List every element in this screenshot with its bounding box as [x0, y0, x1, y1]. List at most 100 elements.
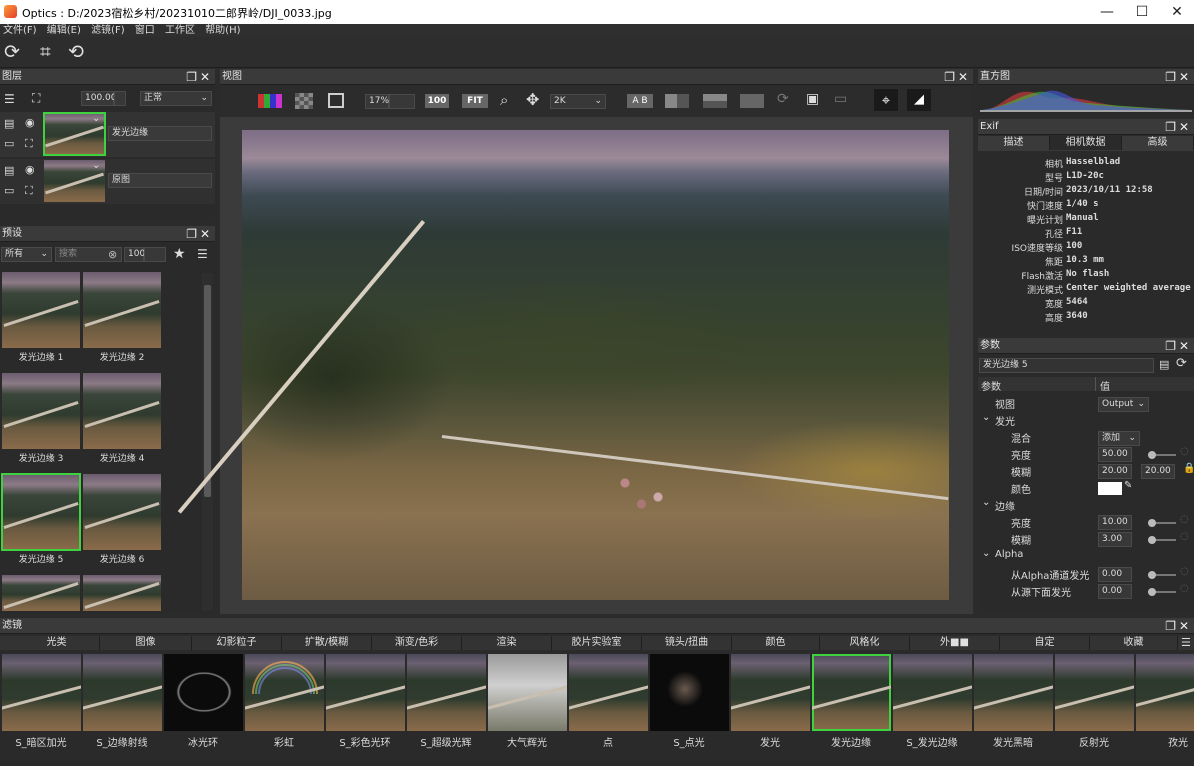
chevron-down-icon[interactable]: ⌄: [92, 113, 100, 124]
scrollbar-thumb[interactable]: [204, 285, 211, 497]
eye-icon[interactable]: ◉: [25, 116, 35, 129]
preset-thumbnail[interactable]: [2, 373, 80, 449]
layer-mask-icon[interactable]: ⛶: [25, 137, 33, 151]
close-window-button[interactable]: ✕: [1162, 2, 1192, 22]
pan-icon[interactable]: ✥: [526, 90, 539, 109]
layer-mask-icon[interactable]: ⛶: [25, 184, 33, 198]
menu-filter[interactable]: 滤镜(F): [91, 25, 125, 36]
lock-icon[interactable]: 🔒: [1183, 463, 1194, 474]
edge-blur-field[interactable]: 3.00: [1098, 532, 1132, 547]
filter-thumbnail[interactable]: [1055, 654, 1134, 731]
main-photo[interactable]: [177, 130, 949, 600]
alpha-glow-slider[interactable]: [1148, 571, 1176, 579]
preset-scrollbar[interactable]: [202, 273, 213, 611]
menu-icon[interactable]: ☰: [1181, 636, 1191, 649]
tab-external[interactable]: 外■■: [910, 636, 1000, 650]
layer-opacity-field[interactable]: 100.00: [81, 91, 117, 106]
filter-thumbnail[interactable]: [569, 654, 648, 731]
preset-thumbnail[interactable]: [2, 575, 80, 611]
filter-thumbnail[interactable]: [326, 654, 405, 731]
crop-icon[interactable]: ⌗: [40, 43, 51, 62]
layer-name-field[interactable]: 发光边缘: [108, 126, 212, 141]
preset-thumbnail[interactable]: [83, 474, 161, 550]
save-preset-icon[interactable]: ▤: [1159, 358, 1169, 371]
chevron-down-icon[interactable]: ⌄: [982, 497, 990, 508]
brightness-slider[interactable]: [1148, 451, 1176, 459]
clear-search-icon[interactable]: ⊗: [108, 248, 117, 261]
layer-row[interactable]: ▤ ◉ ▭ ⛶ ⌄ 发光边缘: [0, 112, 215, 157]
zoom-stepper[interactable]: [389, 94, 415, 109]
layers-list-icon[interactable]: ☰: [4, 92, 15, 106]
layer-fx-icon[interactable]: ▤: [4, 164, 14, 177]
edge-blur-slider[interactable]: [1148, 536, 1176, 544]
filter-thumbnail[interactable]: [164, 654, 243, 731]
filter-thumbnail[interactable]: [1136, 654, 1194, 731]
opacity-stepper[interactable]: [114, 91, 126, 106]
tab-camera-data[interactable]: 相机数据: [1050, 136, 1122, 150]
reset-icon[interactable]: ⟳: [1176, 356, 1187, 371]
edge-group-row[interactable]: ⌄ 边缘: [978, 497, 1190, 513]
preset-thumbnail[interactable]: [83, 272, 161, 348]
eye-icon[interactable]: ◉: [25, 163, 35, 176]
filter-thumbnail[interactable]: [2, 654, 81, 731]
filter-thumbnail[interactable]: [83, 654, 162, 731]
menu-edit[interactable]: 编辑(E): [47, 25, 81, 36]
tab-gradient-color[interactable]: 渐变/色彩: [372, 636, 462, 650]
blend-select[interactable]: 添加 ⌄: [1098, 431, 1140, 446]
chevron-down-icon[interactable]: ⌄: [92, 160, 100, 171]
layer-name-field[interactable]: 原图: [108, 173, 212, 188]
panel-float-close-icon[interactable]: ❐✕: [186, 226, 213, 242]
reset-param-icon[interactable]: ◌: [1180, 531, 1189, 542]
image-frame-icon[interactable]: [328, 93, 344, 108]
menu-file[interactable]: 文件(F): [3, 25, 37, 36]
minimize-button[interactable]: —: [1092, 2, 1122, 22]
layer-row[interactable]: ▤ ◉ ▭ ⛶ ⌄ 原图: [0, 159, 215, 204]
tab-stylize[interactable]: 风格化: [820, 636, 910, 650]
tab-diffuse-blur[interactable]: 扩散/模糊: [282, 636, 372, 650]
filter-thumbnail[interactable]: [974, 654, 1053, 731]
tab-description[interactable]: 描述: [978, 136, 1050, 150]
filter-thumbnail[interactable]: [407, 654, 486, 731]
maximize-button[interactable]: ☐: [1127, 2, 1157, 22]
filter-thumbnail[interactable]: [731, 654, 810, 731]
below-glow-field[interactable]: 0.00: [1098, 584, 1132, 599]
preset-thumbnail[interactable]: [2, 272, 80, 348]
blur-x-field[interactable]: 20.00: [1098, 464, 1132, 479]
tab-custom[interactable]: 自定: [1000, 636, 1090, 650]
zoom-field[interactable]: 17%: [365, 94, 389, 109]
tab-lens-distort[interactable]: 镜头/扭曲: [642, 636, 732, 650]
menu-workspace[interactable]: 工作区: [165, 25, 195, 36]
preset-thumbnail-selected[interactable]: [1, 473, 81, 551]
fit-button[interactable]: FIT: [462, 94, 488, 108]
filter-thumbnail[interactable]: [245, 654, 324, 731]
layer-monitor-icon[interactable]: ▭: [4, 137, 14, 150]
reset-param-icon[interactable]: ◌: [1180, 446, 1189, 457]
glow-group-row[interactable]: ⌄ 发光: [978, 412, 1190, 428]
view-output-select[interactable]: Output ⌄: [1098, 397, 1149, 412]
transparency-icon[interactable]: [295, 93, 313, 109]
tab-light[interactable]: 光类: [14, 636, 100, 650]
tab-image[interactable]: 图像: [100, 636, 192, 650]
before-after-icon[interactable]: [740, 94, 764, 108]
tab-color[interactable]: 颜色: [732, 636, 820, 650]
edge-brightness-slider[interactable]: [1148, 519, 1176, 527]
zoom-100-button[interactable]: 100: [425, 94, 449, 108]
refresh-icon[interactable]: ⟳: [4, 43, 20, 62]
blend-mode-select[interactable]: 正常 ⌄: [140, 91, 212, 106]
layers-frame-icon[interactable]: ⛶: [32, 91, 40, 106]
preset-category-select[interactable]: 所有 ⌄: [1, 247, 52, 262]
alpha-glow-field[interactable]: 0.00: [1098, 567, 1132, 582]
panel-float-close-icon[interactable]: ❐✕: [1165, 338, 1192, 354]
chevron-down-icon[interactable]: ⌄: [982, 412, 990, 423]
menu-window[interactable]: 窗口: [135, 25, 155, 36]
below-glow-slider[interactable]: [1148, 588, 1176, 596]
reset-param-icon[interactable]: ◌: [1180, 514, 1189, 525]
preset-thumbnail[interactable]: [83, 373, 161, 449]
color-swatch[interactable]: [1098, 482, 1122, 495]
preset-name-field[interactable]: 发光边缘 5: [979, 358, 1154, 373]
sync-icon[interactable]: ⟳: [777, 91, 789, 107]
tab-particles[interactable]: 幻影粒子: [192, 636, 282, 650]
filter-thumbnail[interactable]: [893, 654, 972, 731]
tab-favorites[interactable]: 收藏: [1090, 636, 1178, 650]
alpha-group-row[interactable]: ⌄ Alpha: [978, 548, 1190, 564]
